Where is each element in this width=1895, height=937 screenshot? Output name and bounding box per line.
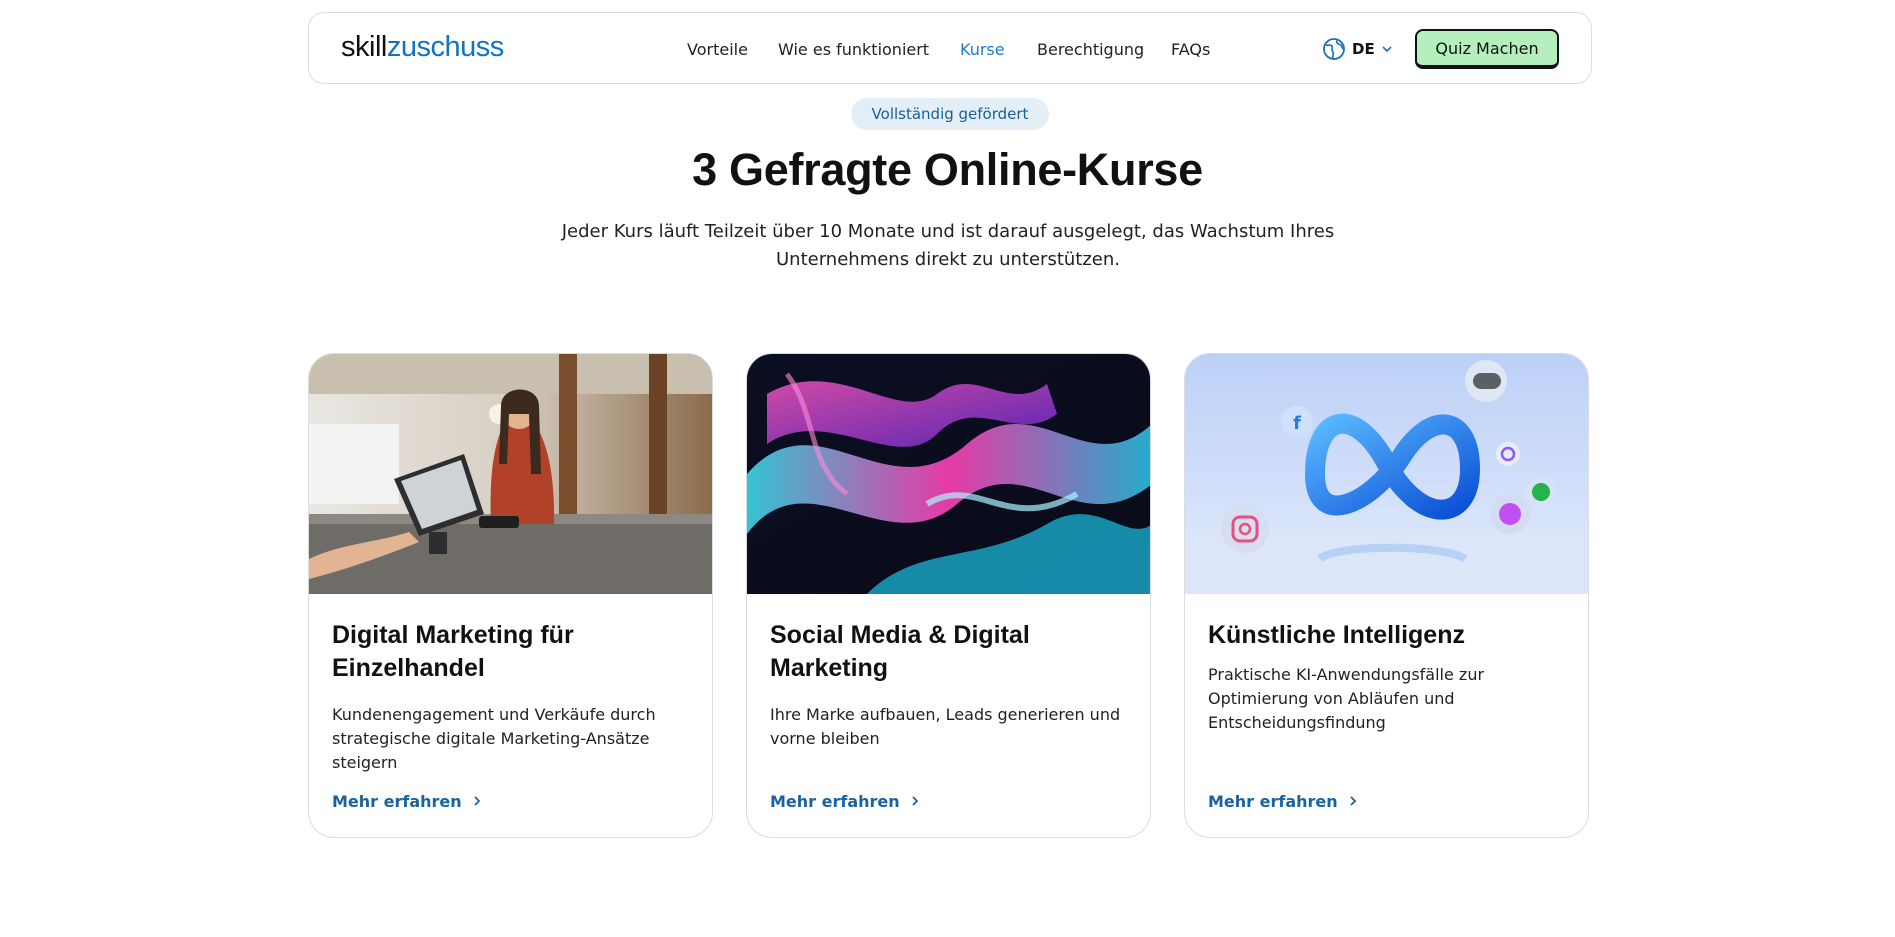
course-title: Künstliche Intelligenz xyxy=(1208,619,1568,652)
course-description-line2: Optimierung von Abläufen und xyxy=(1208,689,1455,708)
course-description: Kundenengagement und Verkäufe durch stra… xyxy=(332,703,692,775)
chevron-right-icon xyxy=(472,792,482,811)
learn-more-link[interactable]: Mehr erfahren xyxy=(1208,792,1358,811)
course-description-line3: Entscheidungsfindung xyxy=(1208,713,1386,732)
learn-more-link[interactable]: Mehr erfahren xyxy=(770,792,920,811)
quiz-button[interactable]: Quiz Machen xyxy=(1415,29,1559,69)
course-title-line2: Einzelhandel xyxy=(332,654,485,682)
course-description-line2: vorne bleiben xyxy=(770,729,880,748)
chevron-down-icon xyxy=(1381,43,1393,55)
globe-icon xyxy=(1322,37,1346,61)
course-description-line1: Ihre Marke aufbauen, Leads generieren un… xyxy=(770,705,1121,724)
course-title-line2: Marketing xyxy=(770,654,889,682)
course-description-line1: Kundenengagement und Verkäufe durch xyxy=(332,705,656,724)
course-title-line1: Social Media & Digital xyxy=(770,621,1030,649)
nav-link-berechtigung[interactable]: Berechtigung xyxy=(1037,40,1144,59)
course-image-retail xyxy=(309,354,712,594)
nav-link-kurse[interactable]: Kurse xyxy=(960,40,1005,59)
nav-links: Vorteile Wie es funktioniert Kurse Berec… xyxy=(309,13,1591,85)
language-selector[interactable]: DE xyxy=(1322,36,1393,62)
course-card-digital-marketing[interactable]: Digital Marketing für Einzelhandel Kunde… xyxy=(308,353,713,838)
nav-link-vorteile[interactable]: Vorteile xyxy=(687,40,748,59)
course-description: Ihre Marke aufbauen, Leads generieren un… xyxy=(770,703,1130,751)
page-title: 3 Gefragte Online-Kurse xyxy=(692,144,1203,195)
course-card-social-media[interactable]: Social Media & Digital Marketing Ihre Ma… xyxy=(746,353,1151,838)
course-description-line1: Praktische KI-Anwendungsfälle zur xyxy=(1208,665,1485,684)
course-description-line3: steigern xyxy=(332,753,398,772)
funding-badge: Vollständig gefördert xyxy=(851,98,1049,130)
course-title-line1: Künstliche Intelligenz xyxy=(1208,621,1465,649)
learn-more-label: Mehr erfahren xyxy=(332,792,462,811)
top-navbar: skillzuschuss Vorteile Wie es funktionie… xyxy=(308,12,1592,84)
course-description-line2: strategische digitale Marketing-Ansätze xyxy=(332,729,650,748)
hero-subtitle-line1: Jeder Kurs läuft Teilzeit über 10 Monate… xyxy=(561,221,1335,242)
course-description: Praktische KI-Anwendungsfälle zur Optimi… xyxy=(1208,663,1568,735)
course-image-abstract xyxy=(747,354,1150,594)
course-title: Social Media & Digital Marketing xyxy=(770,619,1130,685)
nav-link-faqs[interactable]: FAQs xyxy=(1171,40,1210,59)
course-title: Digital Marketing für Einzelhandel xyxy=(332,619,692,685)
svg-text:f: f xyxy=(1293,413,1301,434)
hero-subtitle-line2: Unternehmens direkt zu unterstützen. xyxy=(776,249,1120,270)
learn-more-label: Mehr erfahren xyxy=(1208,792,1338,811)
course-card-ai[interactable]: f Künstliche Intelligenz Praktische KI-A… xyxy=(1184,353,1589,838)
hero-subtitle: Jeder Kurs läuft Teilzeit über 10 Monate… xyxy=(547,218,1349,274)
course-image-meta-logo: f xyxy=(1185,354,1588,594)
nav-link-wie-es-funktioniert[interactable]: Wie es funktioniert xyxy=(778,40,929,59)
learn-more-link[interactable]: Mehr erfahren xyxy=(332,792,482,811)
language-code: DE xyxy=(1352,40,1375,58)
course-title-line1: Digital Marketing für xyxy=(332,621,574,649)
chevron-right-icon xyxy=(910,792,920,811)
learn-more-label: Mehr erfahren xyxy=(770,792,900,811)
chevron-right-icon xyxy=(1348,792,1358,811)
